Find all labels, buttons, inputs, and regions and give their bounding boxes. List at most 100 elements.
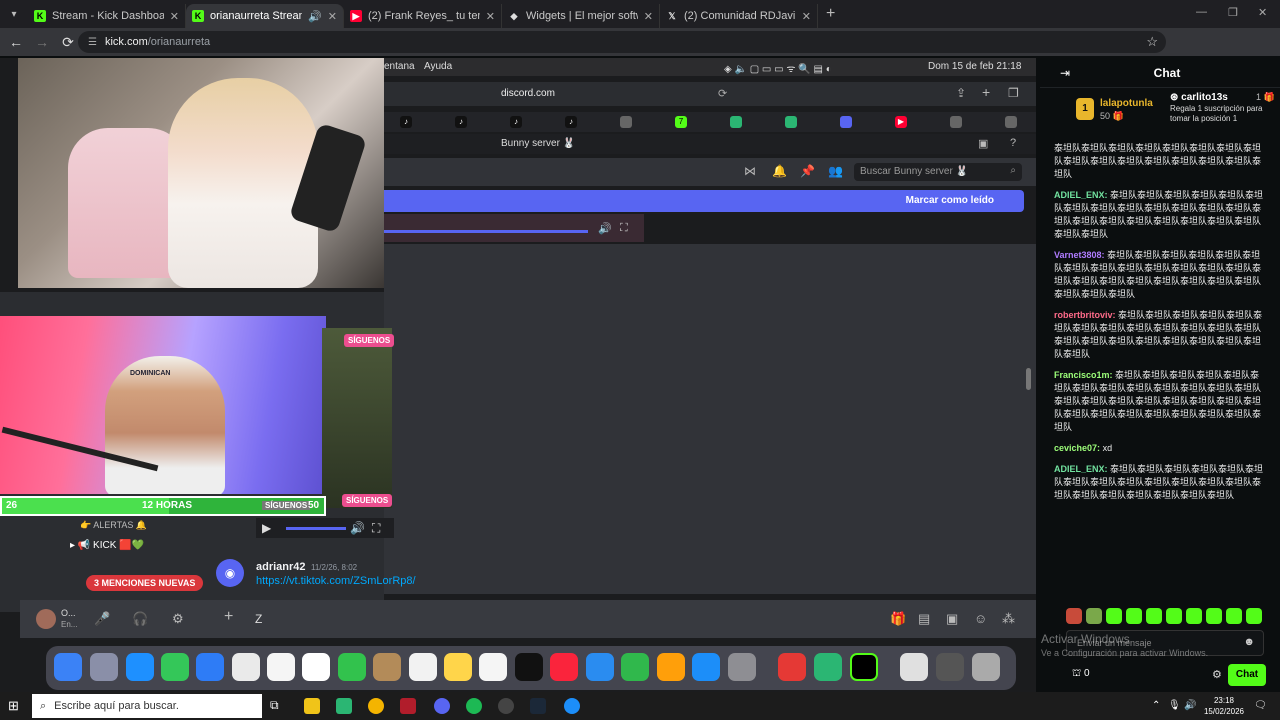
emote-icon[interactable]	[1226, 608, 1242, 624]
taskbar-clock[interactable]: 23:18 15/02/2026	[1200, 695, 1248, 717]
emote-quick-row	[1066, 608, 1266, 624]
search-icon: ⌕	[1010, 165, 1016, 176]
tab-widgets[interactable]: ◆ Widgets | El mejor software par ✕	[502, 4, 660, 28]
close-icon[interactable]: ✕	[170, 10, 179, 23]
anydesk-icon	[778, 653, 806, 681]
notifications-icon[interactable]: 🗨	[1254, 700, 1267, 711]
apps-icon: ⁂	[1002, 611, 1015, 626]
close-icon[interactable]: ✕	[328, 10, 337, 23]
tab-kick-dashboard[interactable]: K Stream - Kick Dashboard ✕	[28, 4, 186, 28]
messages-icon	[161, 653, 189, 681]
search-placeholder: Buscar Bunny server 🐰	[860, 166, 969, 177]
emote-icon[interactable]	[1166, 608, 1182, 624]
discord-icon[interactable]	[434, 698, 450, 714]
file-explorer-icon[interactable]	[304, 698, 320, 714]
taskbar-search-input[interactable]: ⌕ Escribe aquí para buscar.	[32, 694, 262, 718]
emote-icon[interactable]	[1186, 608, 1202, 624]
chat-message: ADIEL_ENX: 泰坦队泰坦队泰坦队泰坦队泰坦队泰坦队泰坦队泰坦队泰坦队泰坦…	[1054, 189, 1268, 241]
close-icon[interactable]: ✕	[644, 10, 653, 23]
chat-username[interactable]: Varnet3808:	[1054, 250, 1105, 260]
emote-icon[interactable]	[1206, 608, 1222, 624]
viewer-count-value: 0	[1083, 668, 1090, 679]
minimize-icon[interactable]: —	[1196, 6, 1207, 18]
speaker-icon[interactable]: 🔊	[308, 10, 322, 23]
windows-start-icon[interactable]: ⊞	[8, 698, 19, 714]
composer-username: O...	[61, 608, 76, 618]
clock-date: 15/02/2026	[1203, 707, 1245, 716]
forward-icon[interactable]: →	[30, 34, 54, 50]
settings-icon: ⚙	[172, 611, 184, 626]
chat-username[interactable]: ADIEL_ENX:	[1054, 464, 1108, 474]
sticker-icon: ▣	[946, 611, 959, 626]
emote-icon[interactable]	[1246, 608, 1262, 624]
close-icon[interactable]: ✕	[486, 10, 495, 23]
tab-frank-reyes[interactable]: ▶ (2) Frank Reyes_ tu tenía 15 Añ ✕	[344, 4, 502, 28]
emote-icon[interactable]	[1106, 608, 1122, 624]
volume-icon[interactable]: 🔊	[1184, 700, 1196, 711]
tray-chevron-icon[interactable]: ⌃	[1152, 700, 1160, 711]
acrobat-icon[interactable]	[400, 698, 416, 714]
store-icon[interactable]	[336, 698, 352, 714]
kick-label: KICK	[93, 540, 117, 551]
keynote-icon	[586, 653, 614, 681]
microphone-icon[interactable]: 🎙	[1168, 700, 1181, 711]
new-tab-button[interactable]: +	[826, 5, 835, 23]
steam-icon[interactable]	[530, 698, 546, 714]
site-info-icon[interactable]: ☰	[88, 37, 97, 48]
youtube-icon: ▶	[895, 116, 907, 128]
emote-icon[interactable]	[1126, 608, 1142, 624]
chat-message-list: 泰坦队泰坦队泰坦队泰坦队泰坦队泰坦队泰坦队泰坦队泰坦队泰坦队泰坦队泰坦队泰坦队泰…	[1054, 142, 1268, 510]
chat-username[interactable]: robertbritoviv:	[1054, 310, 1116, 320]
emote-icon[interactable]	[1066, 608, 1082, 624]
fullscreen-icon: ⛶	[620, 222, 628, 234]
emote-icon[interactable]	[1146, 608, 1162, 624]
taskbar-search-placeholder: Escribe aquí para buscar.	[54, 700, 179, 712]
threads-icon: ⋈	[744, 164, 756, 178]
bookmark-icon	[620, 116, 632, 128]
streamer	[168, 78, 318, 288]
discord-address-bar: discord.com ⟳ ⇪ + ❐	[384, 82, 1036, 106]
tab-comunidad-rdjavi[interactable]: 𝕏 (2) Comunidad RDJavi Commu ✕	[660, 4, 818, 28]
emote-icon[interactable]	[1086, 608, 1102, 624]
obs-icon[interactable]	[498, 698, 514, 714]
pin-icon: 📌	[800, 164, 815, 178]
close-icon[interactable]: ✕	[802, 10, 811, 23]
task-view-icon[interactable]: ⧉	[270, 698, 286, 714]
tab-orianaurreta-stream[interactable]: K orianaurreta Stream - Watc 🔊 ✕	[186, 4, 344, 28]
app-icon[interactable]	[564, 698, 580, 714]
top-gifter-points: 50 🎁	[1100, 111, 1124, 121]
document-icon	[900, 653, 928, 681]
clock-time: 23:18	[1213, 696, 1235, 705]
bookmark-star-icon[interactable]: ☆	[1146, 34, 1158, 50]
emoji-picker-icon[interactable]: ☻	[1243, 636, 1255, 648]
spotify-icon[interactable]	[466, 698, 482, 714]
app-icon	[814, 653, 842, 681]
send-chat-button[interactable]: Chat	[1228, 664, 1266, 686]
gift-count: 1 🎁	[1256, 92, 1275, 102]
subathon-progress-bar: 26 12 HORAS SÍGUENOS 50	[0, 496, 326, 516]
tab-search-icon[interactable]: ▾	[0, 0, 28, 28]
progress-label: 12 HORAS	[142, 500, 193, 511]
chat-message: 泰坦队泰坦队泰坦队泰坦队泰坦队泰坦队泰坦队泰坦队泰坦队泰坦队泰坦队泰坦队泰坦队泰…	[1054, 142, 1268, 181]
siguenos-badge: SÍGUENOS	[262, 501, 311, 510]
back-icon[interactable]: ←	[4, 34, 28, 50]
window-close-icon[interactable]: ✕	[1258, 6, 1267, 19]
discord-message-area	[384, 244, 1036, 594]
mac-dock	[46, 646, 1016, 690]
gif-icon: ▤	[918, 611, 931, 626]
main-webcam	[18, 58, 384, 288]
browser-tab-bar: ▾ K Stream - Kick Dashboard ✕ K orianaur…	[0, 0, 1280, 28]
url-input[interactable]: ☰ kick.com/orianaurreta ☆	[78, 31, 1166, 53]
chat-username[interactable]: ADIEL_ENX:	[1054, 190, 1108, 200]
chat-settings-icon[interactable]: ⚙	[1212, 668, 1222, 681]
tiktok-icon: ♪	[400, 116, 412, 128]
server-name: Bunny server 🐰	[501, 138, 576, 149]
chat-message: Varnet3808: 泰坦队泰坦队泰坦队泰坦队泰坦队泰坦队泰坦队泰坦队泰坦队泰…	[1054, 249, 1268, 301]
maximize-icon[interactable]: ❐	[1228, 6, 1238, 19]
url-path: /orianaurreta	[147, 36, 211, 48]
progress-end-value: 50	[308, 500, 320, 511]
chrome-icon[interactable]	[368, 698, 384, 714]
chat-username[interactable]: ceviche07:	[1054, 443, 1100, 453]
reload-icon[interactable]: ⟳	[56, 34, 80, 51]
chat-username[interactable]: Francisco1m:	[1054, 370, 1113, 380]
